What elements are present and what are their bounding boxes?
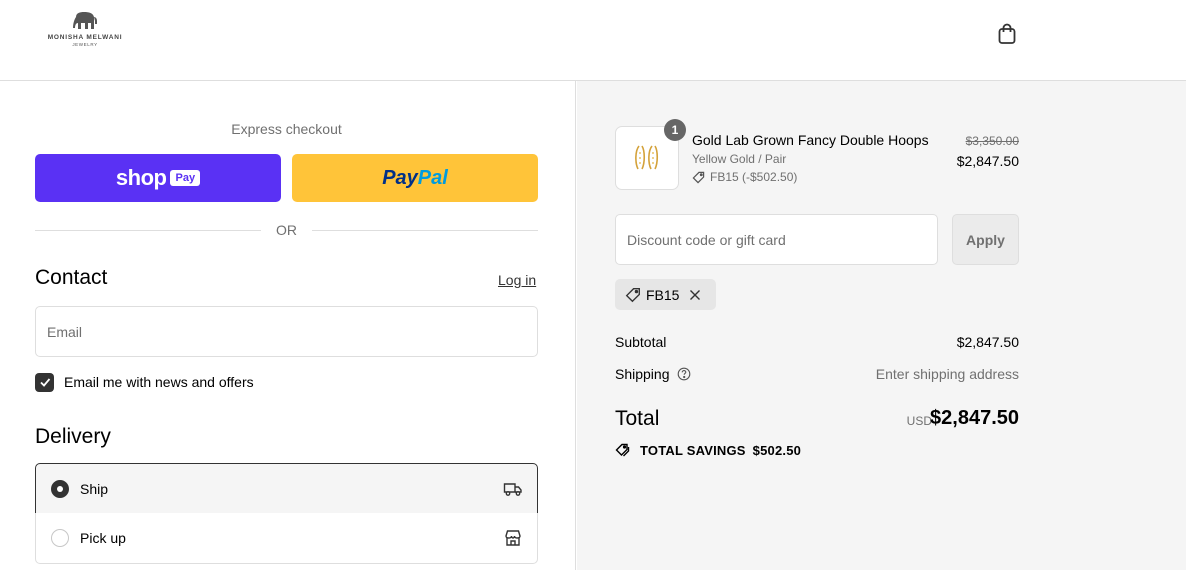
- or-text: OR: [276, 222, 297, 238]
- final-price: $2,847.50: [956, 153, 1019, 169]
- shipping-value: Enter shipping address: [875, 366, 1019, 382]
- discount-placeholder: Discount code or gift card: [627, 231, 786, 248]
- shipping-row: Shipping: [615, 366, 691, 382]
- original-price: $3,350.00: [965, 134, 1019, 148]
- brand-logo[interactable]: MONISHA MELWANI JEWELRY: [40, 11, 130, 55]
- email-field[interactable]: Email: [35, 306, 538, 357]
- subtotal-label: Subtotal: [615, 334, 667, 350]
- shop-pay-wordmark: shop: [115, 165, 167, 190]
- shopping-bag-icon: [998, 23, 1016, 44]
- pickup-label: Pick up: [80, 530, 126, 546]
- product-discount-text: FB15 (-$502.50): [710, 170, 798, 184]
- order-summary: 1 Gold Lab Grown Fancy Double Hoops Yell…: [577, 81, 1186, 570]
- savings-label: TOTAL SAVINGS: [640, 443, 746, 458]
- elephant-logo-icon: [73, 12, 97, 29]
- paypal-wordmark-pay: Pay: [382, 166, 418, 189]
- applied-discount-chip: FB15: [615, 279, 717, 310]
- delivery-option-ship[interactable]: Ship: [35, 463, 538, 514]
- checkmark-icon: [39, 378, 50, 387]
- total-value: $2,847.50: [930, 407, 1019, 429]
- express-checkout-label: Express checkout: [231, 121, 342, 137]
- remove-discount-button[interactable]: [689, 289, 706, 301]
- brand-subtitle: JEWELRY: [72, 42, 98, 47]
- total-savings: TOTAL SAVINGS $502.50: [615, 443, 801, 458]
- product-discount: FB15 (-$502.50): [692, 170, 797, 184]
- product-variant: Yellow Gold / Pair: [692, 152, 787, 166]
- hoop-earrings-image: [635, 145, 659, 170]
- newsletter-label: Email me with news and offers: [64, 374, 254, 390]
- savings-value: $502.50: [752, 443, 802, 458]
- truck-icon: [503, 483, 522, 496]
- total-currency: USD: [906, 414, 932, 428]
- newsletter-checkbox[interactable]: [35, 372, 54, 392]
- contact-heading: Contact: [35, 266, 108, 289]
- newsletter-option[interactable]: Email me with news and offers: [35, 372, 254, 392]
- tag-icon: [692, 171, 705, 183]
- login-link[interactable]: Log in: [498, 272, 536, 288]
- tags-icon: [615, 443, 630, 457]
- shipping-label: Shipping: [615, 366, 670, 382]
- paypal-button[interactable]: Pay Pal: [292, 154, 538, 202]
- product-name: Gold Lab Grown Fancy Double Hoops: [692, 132, 929, 148]
- or-divider: OR: [35, 221, 538, 239]
- header: MONISHA MELWANI JEWELRY: [0, 0, 1186, 81]
- paypal-wordmark-pal: Pal: [417, 166, 448, 189]
- quantity-badge: 1: [664, 119, 686, 141]
- checkout-form: Express checkout shop Pay Pay Pal OR Cont…: [0, 81, 576, 570]
- ship-radio[interactable]: [51, 479, 69, 498]
- close-icon: [690, 289, 701, 300]
- ship-label: Ship: [80, 480, 109, 497]
- tag-icon: [625, 287, 640, 302]
- brand-name: MONISHA MELWANI: [47, 34, 123, 41]
- shop-pay-badge: Pay: [170, 170, 201, 186]
- delivery-option-pickup[interactable]: Pick up: [35, 513, 538, 564]
- delivery-options: Ship Pick up: [35, 463, 538, 564]
- delivery-heading: Delivery: [35, 425, 111, 448]
- discount-code-input[interactable]: Discount code or gift card: [615, 214, 938, 265]
- help-icon[interactable]: [677, 367, 691, 381]
- email-placeholder: Email: [47, 323, 83, 340]
- total-label: Total: [615, 407, 660, 430]
- pickup-radio[interactable]: [51, 529, 69, 547]
- apply-button[interactable]: Apply: [952, 214, 1019, 265]
- store-icon: [505, 530, 521, 546]
- subtotal-value: $2,847.50: [956, 334, 1019, 350]
- applied-code: FB15: [646, 286, 680, 303]
- shop-pay-button[interactable]: shop Pay: [35, 154, 281, 202]
- cart-button[interactable]: [995, 22, 1019, 46]
